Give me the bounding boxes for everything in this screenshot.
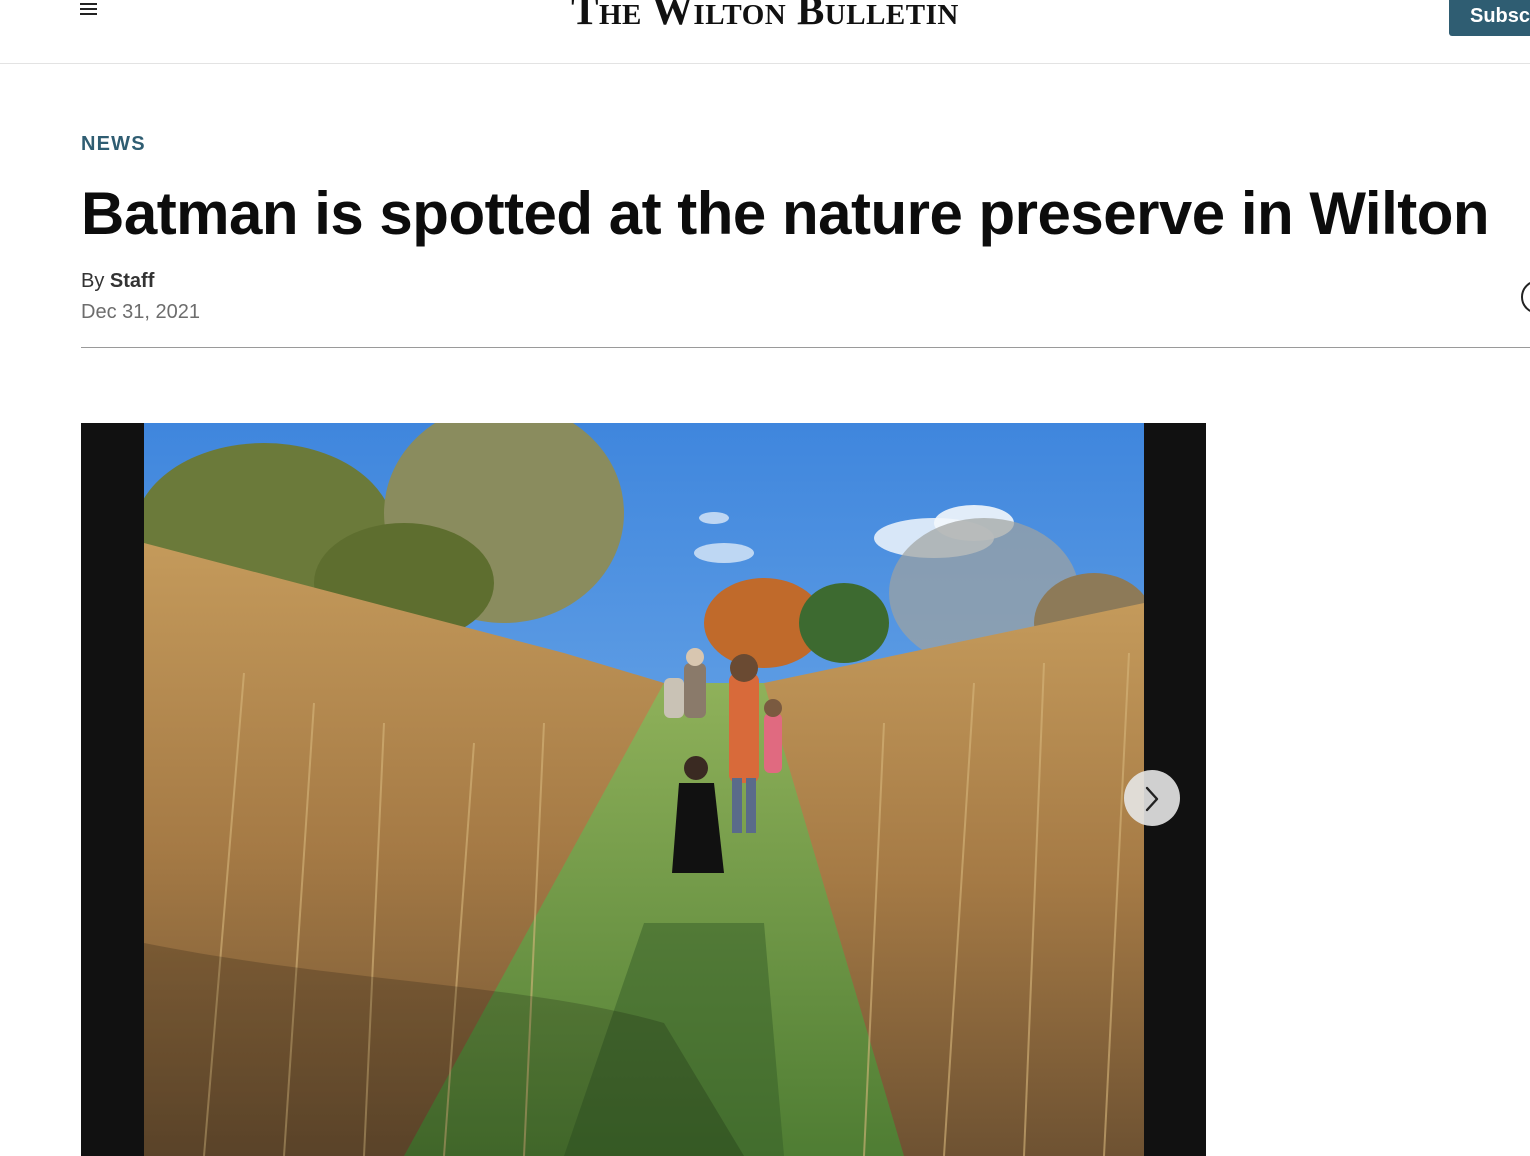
photo-gallery <box>81 423 1206 1156</box>
gallery-next-button[interactable] <box>1124 770 1180 826</box>
section-label[interactable]: NEWS <box>81 133 146 156</box>
author-link[interactable]: Staff <box>110 270 154 292</box>
publish-date: Dec 31, 2021 <box>81 301 200 323</box>
site-logo[interactable]: The Wilton Bulletin <box>0 0 1530 34</box>
site-header: The Wilton Bulletin Subscribe <box>0 0 1530 64</box>
share-circle-icon[interactable] <box>1521 280 1530 314</box>
byline: By Staff <box>81 270 154 293</box>
byline-prefix: By <box>81 270 105 292</box>
gallery-photo <box>144 423 1144 1156</box>
header-divider <box>81 347 1530 348</box>
article-headline: Batman is spotted at the nature preserve… <box>81 180 1490 247</box>
subscribe-button[interactable]: Subscribe <box>1449 0 1530 36</box>
chevron-right-icon <box>1145 786 1159 812</box>
